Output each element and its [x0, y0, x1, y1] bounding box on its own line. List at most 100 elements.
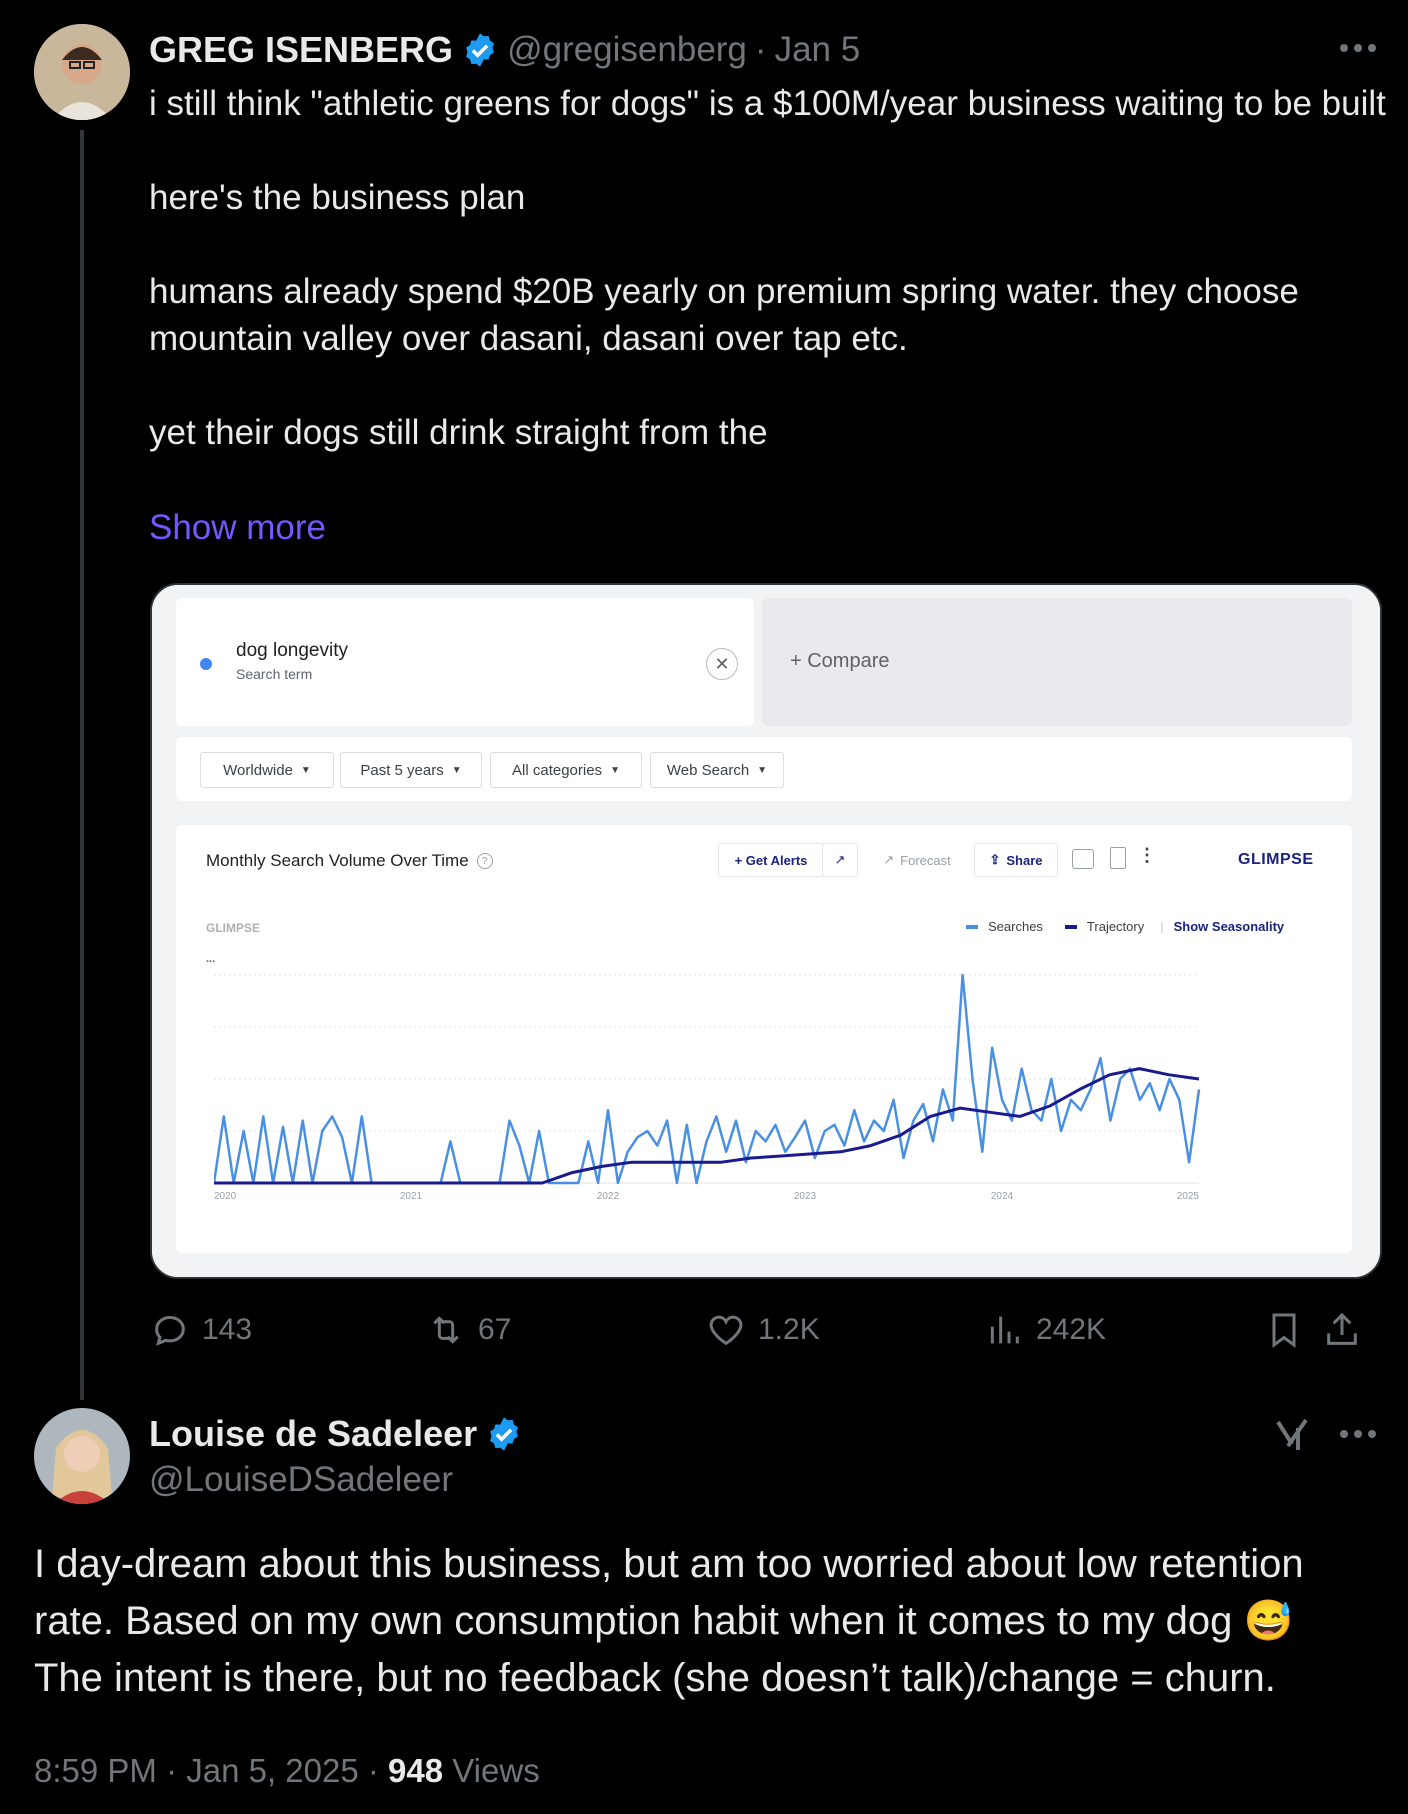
panel-title-text: Monthly Search Volume Over Time [206, 851, 469, 870]
x-tick-label: 2021 [400, 1191, 423, 1202]
series-searches-line [214, 973, 1201, 1185]
search-term-dot-icon [200, 658, 212, 670]
chart-watermark: GLIMPSE [206, 921, 261, 935]
repost-button[interactable]: 67 [426, 1310, 511, 1350]
legend-trajectory-label: Trajectory [1086, 919, 1145, 934]
reply-author-name[interactable]: Louise de Sadeleer [149, 1413, 477, 1455]
external-link-icon[interactable]: ↗ [822, 843, 858, 877]
sweat-smile-emoji: 😅 [1243, 1599, 1294, 1643]
separator-dot: · [754, 30, 767, 69]
tweet-header: GREG ISENBERG @gregisenberg · Jan 5 [149, 28, 860, 72]
share-button[interactable]: ⇪ Share [974, 843, 1058, 877]
reply-timestamp[interactable]: 8:59 PM · Jan 5, 2025 · [34, 1752, 388, 1789]
share-tweet-button[interactable] [1322, 1310, 1362, 1350]
get-alerts-button[interactable]: + Get Alerts [718, 843, 824, 877]
get-alerts-label: + Get Alerts [734, 852, 808, 868]
share-icon [1327, 1312, 1357, 1345]
reply-line-2-wrap: rate. Based on my own consumption habit … [34, 1593, 1394, 1650]
filter-bar: Worldwide ▼ Past 5 years ▼ All categories ▼… [176, 737, 1352, 801]
trends-screenshot: dog longevity Search term ✕ + Compare Wo… [152, 585, 1380, 1277]
tweet-image[interactable]: dog longevity Search term ✕ + Compare Wo… [150, 583, 1382, 1279]
analytics-icon [990, 1316, 1019, 1344]
filter-time-label: Past 5 years [360, 761, 444, 779]
trends-chart: 2020 2021 2022 2023 2024 2025 [214, 973, 1201, 1202]
document-icon[interactable] [1110, 847, 1126, 869]
tweet-date[interactable]: Jan 5 [775, 30, 861, 70]
heart-icon [709, 1315, 743, 1346]
more-options-icon[interactable] [1336, 30, 1380, 60]
reply-button[interactable]: 143 [150, 1310, 252, 1350]
forecast-label: Forecast [900, 852, 951, 868]
x-tick-label: 2025 [1177, 1191, 1200, 1202]
filter-location-label: Worldwide [223, 761, 293, 779]
y-axis-tick: ... [206, 953, 216, 965]
filter-source-label: Web Search [666, 761, 750, 779]
like-count: 1.2K [758, 1313, 820, 1346]
reply-more-options-icon[interactable] [1336, 1420, 1380, 1450]
legend-searches-label: Searches [988, 919, 1043, 934]
reply-line-1: I day-dream about this business, but am … [34, 1542, 1304, 1586]
views-button[interactable]: 242K [984, 1310, 1106, 1350]
tweet-text: i still think "athletic greens for dogs"… [149, 84, 1386, 452]
grok-icon[interactable] [1272, 1414, 1312, 1454]
reply-views-count: 948 [388, 1752, 444, 1789]
show-more-link[interactable]: Show more [149, 508, 326, 548]
chart-panel-title: Monthly Search Volume Over Time ? [206, 851, 493, 871]
x-tick-label: 2023 [794, 1191, 817, 1202]
caret-down-icon: ▼ [451, 764, 462, 776]
author-name[interactable]: GREG ISENBERG [149, 29, 453, 71]
share-label: Share [1006, 852, 1043, 868]
filter-category-label: All categories [512, 761, 603, 779]
reply-text: I day-dream about this business, but am … [34, 1536, 1394, 1707]
thread-line [80, 130, 84, 1400]
bookmark-icon [1272, 1313, 1296, 1348]
like-button[interactable]: 1.2K [706, 1310, 820, 1350]
x-tick-label: 2022 [597, 1191, 620, 1202]
repost-count: 67 [478, 1313, 512, 1346]
caret-down-icon: ▼ [610, 764, 620, 776]
reply-header: Louise de Sadeleer [149, 1412, 523, 1456]
repost-icon [433, 1316, 459, 1344]
chart-panel: Monthly Search Volume Over Time ? + Get … [176, 825, 1352, 1253]
caret-down-icon: ▼ [300, 764, 311, 776]
views-count: 242K [1036, 1313, 1107, 1346]
help-icon[interactable]: ? [476, 853, 493, 869]
reply-author-avatar[interactable] [34, 1408, 130, 1504]
show-seasonality-link[interactable]: Show Seasonality [1174, 919, 1285, 934]
filter-category-dropdown[interactable]: All categories ▼ [490, 752, 642, 788]
forecast-button[interactable]: ↗ Forecast [872, 843, 962, 877]
reply-icon [155, 1315, 185, 1346]
share-icon: ⇪ [989, 852, 1001, 867]
bookmark-button[interactable] [1264, 1310, 1304, 1350]
search-term-label: dog longevity [236, 640, 348, 661]
trend-icon: ↗ [883, 852, 895, 867]
reply-line-3: The intent is there, but no feedback (sh… [34, 1656, 1276, 1700]
legend-searches-swatch [966, 924, 978, 929]
x-tick-label: 2020 [214, 1191, 237, 1202]
glimpse-logo: GLIMPSE [1238, 851, 1314, 868]
filter-source-dropdown[interactable]: Web Search ▼ [650, 752, 784, 788]
remove-term-close-icon[interactable]: ✕ [706, 648, 738, 680]
action-bar: 143 67 1.2K 242K [150, 1308, 1390, 1358]
reply-views-label: Views [443, 1752, 540, 1789]
compare-label[interactable]: + Compare [790, 650, 890, 673]
reply-count: 143 [202, 1313, 253, 1346]
compare-panel[interactable]: + Compare [762, 598, 1352, 726]
reply-meta: 8:59 PM · Jan 5, 2025 · 948 Views [34, 1752, 540, 1790]
verified-badge-icon [485, 1415, 523, 1453]
filter-location-dropdown[interactable]: Worldwide ▼ [200, 752, 334, 788]
reply-author-handle[interactable]: @LouiseDSadeleer [149, 1460, 453, 1500]
author-avatar[interactable] [34, 24, 130, 120]
legend-divider: | [1160, 919, 1164, 934]
legend-trajectory-swatch [1064, 924, 1077, 929]
author-handle[interactable]: @gregisenberg [507, 30, 747, 70]
filter-time-dropdown[interactable]: Past 5 years ▼ [340, 752, 482, 788]
search-term-sublabel: Search term [236, 666, 313, 682]
kebab-menu-icon[interactable]: ⋮ [1138, 845, 1156, 866]
series-trajectory-line [214, 1067, 1200, 1185]
search-term-panel: dog longevity Search term ✕ [176, 598, 754, 726]
chart-legend: Searches Trajectory | Show Seasonality [966, 919, 1284, 934]
camera-icon[interactable] [1072, 849, 1094, 869]
x-tick-label: 2024 [991, 1191, 1014, 1202]
caret-down-icon: ▼ [757, 764, 768, 776]
